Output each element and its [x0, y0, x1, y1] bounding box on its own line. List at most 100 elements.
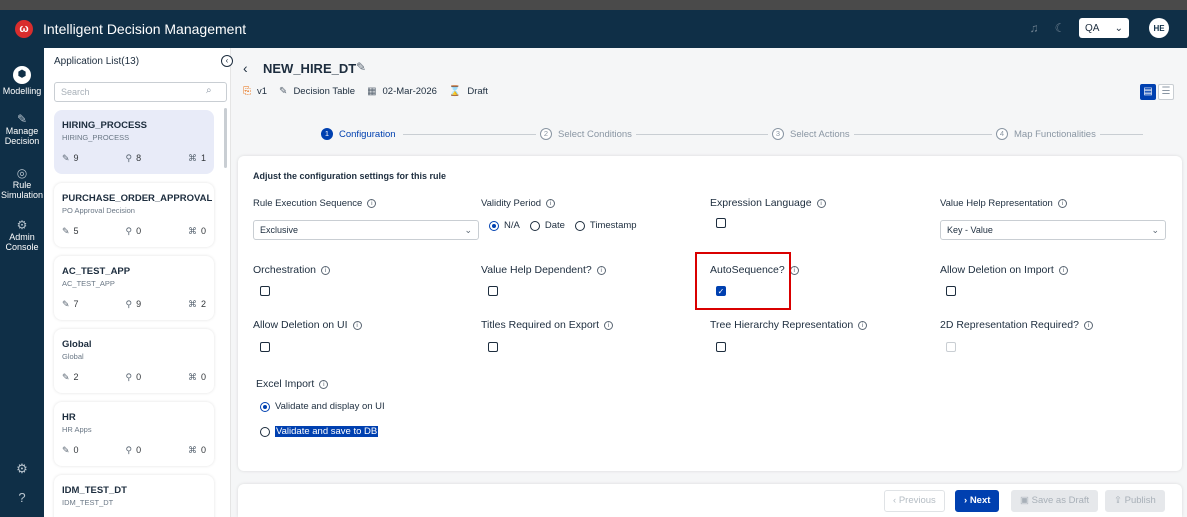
info-icon[interactable]: i — [789, 266, 799, 275]
excel-import-option-save[interactable]: Validate and save to DB — [260, 426, 379, 437]
rules-icon: ✎ — [62, 299, 70, 309]
network-icon: ⌘ — [187, 445, 197, 455]
collapse-sidebar-button[interactable]: ‹ — [221, 55, 233, 67]
titles-required-on-export-checkbox[interactable] — [488, 342, 498, 352]
search-icon[interactable]: ⌕ — [206, 85, 212, 96]
radio-label: N/A — [504, 220, 520, 231]
nav-item-label: Manage Decision — [4, 126, 40, 146]
services-count: 0 — [200, 372, 206, 382]
value-help-representation-select[interactable]: Key - Value ⌄ — [940, 220, 1166, 240]
environment-value: QA — [1085, 22, 1100, 34]
radio-validate-save[interactable] — [260, 426, 270, 437]
nav-item-modelling[interactable]: ⬢ Modelling — [0, 66, 44, 96]
app-name: IDM_TEST_DT — [62, 485, 127, 496]
info-icon[interactable]: i — [816, 199, 826, 208]
chevron-down-icon: ⌄ — [1114, 22, 1123, 34]
info-icon[interactable]: i — [367, 199, 377, 208]
flow-icon: ⚲ — [125, 153, 133, 163]
app-card-hr[interactable]: HR HR Apps ✎ 0 ⚲ 0 ⌘ 0 — [54, 402, 214, 466]
nav-item-admin-console[interactable]: ⚙ Admin Console — [0, 219, 44, 252]
configuration-card: Adjust the configuration settings for th… — [238, 156, 1182, 471]
step-select-conditions[interactable]: 2 Select Conditions — [536, 128, 636, 140]
rule-meta: ⎘ v1 ✎ Decision Table ▦ 02-Mar-2026 ⌛ Dr… — [243, 86, 488, 97]
step-map-functionalities[interactable]: 4 Map Functionalities — [992, 128, 1100, 140]
application-search-input[interactable] — [54, 82, 227, 102]
moon-icon[interactable]: ☾ — [1053, 21, 1067, 35]
step-select-actions[interactable]: 3 Select Actions — [768, 128, 854, 140]
previous-button[interactable]: ‹ Previous — [884, 490, 945, 512]
info-icon[interactable]: i — [604, 321, 614, 330]
value-help-dependent-checkbox[interactable] — [488, 286, 498, 296]
info-icon[interactable]: i — [1058, 266, 1068, 275]
app-card-ac-test-app[interactable]: AC_TEST_APP AC_TEST_APP ✎ 7 ⚲ 9 ⌘ 2 — [54, 256, 214, 320]
services-count: 0 — [200, 226, 206, 236]
rule-execution-sequence-label: Rule Execution Sequence i — [253, 198, 377, 209]
radio-date[interactable] — [529, 220, 540, 231]
radio-timestamp[interactable] — [574, 220, 585, 231]
info-icon[interactable]: i — [546, 199, 556, 208]
expression-language-checkbox[interactable] — [716, 218, 726, 228]
pencil-icon[interactable]: ✎ — [356, 60, 366, 74]
tree-hierarchy-representation-checkbox[interactable] — [716, 342, 726, 352]
info-icon[interactable]: i — [858, 321, 868, 330]
step-number: 4 — [996, 128, 1008, 140]
nav-item-rule-simulation[interactable]: ◎ Rule Simulation — [0, 167, 44, 200]
user-avatar[interactable]: HE — [1149, 18, 1169, 38]
app-name: HIRING_PROCESS — [62, 120, 147, 131]
select-value: Exclusive — [260, 225, 299, 235]
app-description: HR Apps — [62, 425, 92, 434]
sidebar-scrollbar[interactable] — [224, 108, 227, 168]
bell-icon[interactable]: ♫ — [1027, 21, 1041, 35]
wizard-footer: ‹ Previous › Next ▣ Save as Draft ⇪ Publ… — [238, 484, 1182, 517]
info-icon[interactable]: i — [1057, 199, 1067, 208]
rules-count: 5 — [73, 226, 79, 236]
hourglass-icon: ⌛ — [448, 86, 462, 97]
step-number: 2 — [540, 128, 552, 140]
save-as-draft-label: Save as Draft — [1031, 495, 1090, 506]
rules-icon: ✎ — [62, 153, 70, 163]
rules-icon: ✎ — [62, 445, 70, 455]
decision-table-icon: ✎ — [279, 86, 288, 97]
next-button[interactable]: › Next — [955, 490, 1000, 512]
settings-icon[interactable]: ⚙ — [0, 461, 44, 477]
info-icon[interactable]: i — [352, 321, 362, 330]
app-card-idm-test-dt[interactable]: IDM_TEST_DT IDM_TEST_DT — [54, 475, 214, 517]
save-as-draft-button[interactable]: ▣ Save as Draft — [1011, 490, 1099, 512]
app-description: PO Approval Decision — [62, 206, 135, 215]
info-icon[interactable]: i — [596, 266, 606, 275]
save-icon: ▣ — [1020, 495, 1032, 506]
publish-button[interactable]: ⇪ Publish — [1105, 490, 1165, 512]
rule-execution-sequence-select[interactable]: Exclusive ⌄ — [253, 220, 479, 240]
excel-import-option-display[interactable]: Validate and display on UI — [260, 401, 385, 412]
info-icon[interactable]: i — [1083, 321, 1093, 330]
rule-editor: ‹ NEW_HIRE_DT ✎ ⎘ v1 ✎ Decision Table ▦ … — [233, 48, 1187, 517]
rule-type: Decision Table — [293, 86, 356, 97]
step-label: Select Actions — [790, 128, 850, 140]
app-card-purchase-order-approval[interactable]: PURCHASE_ORDER_APPROVAL PO Approval Deci… — [54, 183, 214, 247]
allow-deletion-on-import-checkbox[interactable] — [946, 286, 956, 296]
back-arrow-icon[interactable]: ‹ — [243, 60, 248, 76]
app-card-global[interactable]: Global Global ✎ 2 ⚲ 0 ⌘ 0 — [54, 329, 214, 393]
orchestration-checkbox[interactable] — [260, 286, 270, 296]
excel-import-label: Excel Import i — [256, 378, 329, 390]
application-list-title: Application List(13) — [54, 56, 140, 67]
info-icon[interactable]: i — [321, 266, 331, 275]
tree-hierarchy-representation-label: Tree Hierarchy Representation i — [710, 319, 868, 331]
step-configuration[interactable]: 1 Configuration — [317, 128, 400, 140]
allow-deletion-on-ui-checkbox[interactable] — [260, 342, 270, 352]
chevron-down-icon: ⌄ — [1151, 225, 1159, 235]
radio-label: Timestamp — [589, 220, 637, 231]
nav-item-manage-decision[interactable]: ✎ Manage Decision — [0, 113, 44, 146]
radio-validate-display[interactable] — [260, 401, 270, 412]
environment-select[interactable]: QA ⌄ — [1079, 18, 1129, 38]
help-icon[interactable]: ? — [0, 490, 44, 505]
value-help-dependent-label: Value Help Dependent? i — [481, 264, 606, 276]
radio-na[interactable] — [489, 220, 499, 231]
validity-period-label: Validity Period i — [481, 198, 556, 209]
step-label: Map Functionalities — [1014, 128, 1096, 140]
app-card-hiring-process[interactable]: HIRING_PROCESS HIRING_PROCESS ✎ 9 ⚲ 8 ⌘ 1 — [54, 110, 214, 174]
list-view-icon[interactable]: ☰ — [1158, 84, 1174, 100]
value-help-representation-label: Value Help Representation i — [940, 198, 1067, 209]
form-view-icon[interactable]: ▤ — [1140, 84, 1156, 100]
info-icon[interactable]: i — [319, 380, 329, 389]
